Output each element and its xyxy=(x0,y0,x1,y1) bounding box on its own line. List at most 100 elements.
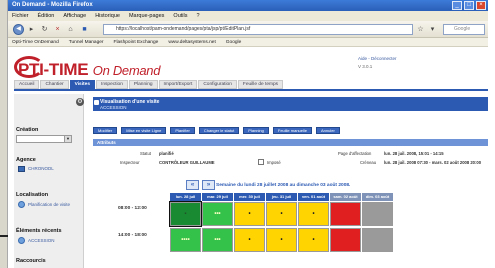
slot-cell[interactable]: • xyxy=(234,202,265,226)
url-bar[interactable]: https://localhost/pam-ondemand/pages/pta… xyxy=(103,24,413,35)
url-dropdown-icon[interactable]: ▾ xyxy=(428,25,437,34)
sidebar-recent-link[interactable]: ACCESSION xyxy=(28,238,55,243)
inspecteur-label: Inspecteur xyxy=(120,160,140,165)
creneau-label: Créneau xyxy=(360,160,377,165)
bookmark-item[interactable]: www.deltasystems.net xyxy=(168,38,215,46)
slot-cell[interactable]: • xyxy=(298,228,329,252)
day-header: mar. 29 juil xyxy=(202,193,233,201)
planning-button[interactable]: Planning xyxy=(243,127,269,134)
slot-cell[interactable]: - xyxy=(169,201,202,227)
creneau-value: lun. 28 juil. 2008 07:30 - mars. 02 août… xyxy=(384,160,482,165)
slot-cell[interactable]: • xyxy=(266,228,297,252)
slot-cell[interactable] xyxy=(362,202,393,226)
sidebar-raccourcis-heading: Raccourcis xyxy=(16,258,46,264)
tab-visites[interactable]: Visites xyxy=(69,80,95,89)
bookmark-item[interactable]: Google xyxy=(226,38,241,46)
menu-bookmarks[interactable]: Marque-pages xyxy=(129,11,164,21)
maximize-button[interactable]: □ xyxy=(464,1,474,10)
bookmark-star-icon[interactable]: ☆ xyxy=(416,25,425,34)
agency-icon xyxy=(18,166,25,172)
stop-icon[interactable]: × xyxy=(53,25,62,34)
window-titlebar: On Demand - Mozilla Firefox xyxy=(8,0,488,11)
slot-cell[interactable]: ••• xyxy=(202,202,233,226)
slot-cell[interactable]: •••• xyxy=(170,228,201,252)
plan-button[interactable]: Planifier xyxy=(170,127,195,134)
logo-sub-text: On Demand xyxy=(92,63,161,78)
sidebar-agence-link[interactable]: CHRONODL xyxy=(28,166,54,171)
back-icon[interactable]: ◀ xyxy=(13,24,24,35)
statut-label: Statut xyxy=(140,151,151,156)
slot-cell[interactable] xyxy=(330,228,361,252)
close-button[interactable]: × xyxy=(476,1,486,10)
navigation-toolbar: ◀ ▸ ↻ × ⌂ ■ https://localhost/pam-ondema… xyxy=(8,21,488,38)
menu-help[interactable]: ? xyxy=(196,11,199,21)
left-edge-panel xyxy=(0,0,8,268)
menu-view[interactable]: Affichage xyxy=(63,11,86,21)
tab-import-export[interactable]: Import/Export xyxy=(158,80,198,89)
slot-cell[interactable]: • xyxy=(298,202,329,226)
change-status-button[interactable]: Changer le statut xyxy=(198,127,240,134)
slot-cell[interactable] xyxy=(362,228,393,252)
week-title: Semaine du lundi 28 juillet 2008 au dima… xyxy=(216,183,351,188)
settings-gear-icon[interactable]: ⚙ xyxy=(76,98,84,106)
impose-checkbox[interactable] xyxy=(258,159,264,165)
tab-chantier[interactable]: Chantier xyxy=(40,80,69,89)
header-links[interactable]: Aide - Déconnecter xyxy=(358,56,397,61)
left-edge-divider xyxy=(0,235,8,237)
bookmark-item[interactable]: Opti-Time OnDemand xyxy=(12,38,59,46)
tab-feuille-de-temps[interactable]: Feuille de temps xyxy=(237,80,284,89)
sidebar-localisation-link[interactable]: Planification de visite xyxy=(28,202,70,207)
next-week-button[interactable]: » xyxy=(202,180,215,190)
version-label: V 3.0.1 xyxy=(358,64,373,69)
bookmarks-toolbar: Opti-Time OnDemand Tunnel Manager Flashp… xyxy=(8,38,488,47)
search-input[interactable]: Google xyxy=(443,24,485,35)
tab-planning[interactable]: Planning xyxy=(128,80,158,89)
logo-main-text: PTI-TIME xyxy=(18,60,89,79)
set-visit-line-button[interactable]: Mise en visite Ligne xyxy=(121,127,167,134)
site-identity-icon[interactable]: ■ xyxy=(80,25,89,34)
visit-subtitle: ACCESSION xyxy=(100,105,127,110)
reload-icon[interactable]: ↻ xyxy=(40,25,49,34)
minimize-button[interactable]: _ xyxy=(452,1,462,10)
creation-select[interactable] xyxy=(16,135,66,143)
previous-week-button[interactable]: « xyxy=(186,180,199,190)
slot-cell[interactable]: • xyxy=(266,202,297,226)
app-logo[interactable]: PTI-TIME On Demand xyxy=(18,60,160,80)
impose-label: Imposé xyxy=(267,160,281,165)
inspecteur-value: CONTRÔLEUR GUILLAUME xyxy=(159,160,215,165)
modify-button[interactable]: Modifier xyxy=(93,127,118,134)
sidebar-creation-heading: Création xyxy=(16,127,39,133)
globe-icon xyxy=(18,201,25,208)
slot-label-afternoon: 14:00 - 18:00 xyxy=(118,233,147,238)
tab-configuration[interactable]: Configuration xyxy=(198,80,237,89)
forward-icon[interactable]: ▸ xyxy=(27,25,36,34)
slot-label-morning: 08:00 - 12:00 xyxy=(118,206,147,211)
menu-file[interactable]: Fichier xyxy=(12,11,29,21)
action-buttons: Modifier Mise en visite Ligne Planifier … xyxy=(93,127,340,134)
slot-cell[interactable]: ••• xyxy=(202,228,233,252)
manual-sheet-button[interactable]: Feuille manuelle xyxy=(272,127,313,134)
day-header: ven. 01 août xyxy=(298,193,329,201)
week-grid-header: lun. 28 juil mar. 29 juil mer. 30 juil j… xyxy=(170,193,393,201)
cancel-button[interactable]: Annuler xyxy=(316,127,340,134)
day-header: mer. 30 juil xyxy=(234,193,265,201)
slot-cell[interactable]: • xyxy=(234,228,265,252)
tab-accueil[interactable]: Accueil xyxy=(14,80,40,89)
menu-tools[interactable]: Outils xyxy=(173,11,187,21)
main-tabs: Accueil Chantier Visites Inspection Plan… xyxy=(14,80,284,89)
slot-cell[interactable] xyxy=(330,202,361,226)
day-header: sam. 02 août xyxy=(330,193,361,201)
window-title: On Demand - Mozilla Firefox xyxy=(12,2,93,8)
tab-inspection[interactable]: Inspection xyxy=(96,80,128,89)
day-header: dim. 03 août xyxy=(362,193,393,201)
home-icon[interactable]: ⌂ xyxy=(66,25,75,34)
menu-edit[interactable]: Édition xyxy=(38,11,55,21)
slot-row-afternoon: •••• ••• • • • xyxy=(170,228,393,252)
sidebar-localisation-heading: Localisation xyxy=(16,192,49,198)
page-date-value: lun. 28 juil. 2008, 15:01 - 14:15 xyxy=(384,151,444,156)
menu-history[interactable]: Historique xyxy=(95,11,120,21)
menu-bar: Fichier Édition Affichage Historique Mar… xyxy=(8,11,488,21)
chevron-down-icon[interactable]: ▼ xyxy=(64,135,72,143)
bookmark-item[interactable]: Tunnel Manager xyxy=(69,38,104,46)
bookmark-item[interactable]: Flashpoint Exchange xyxy=(114,38,159,46)
